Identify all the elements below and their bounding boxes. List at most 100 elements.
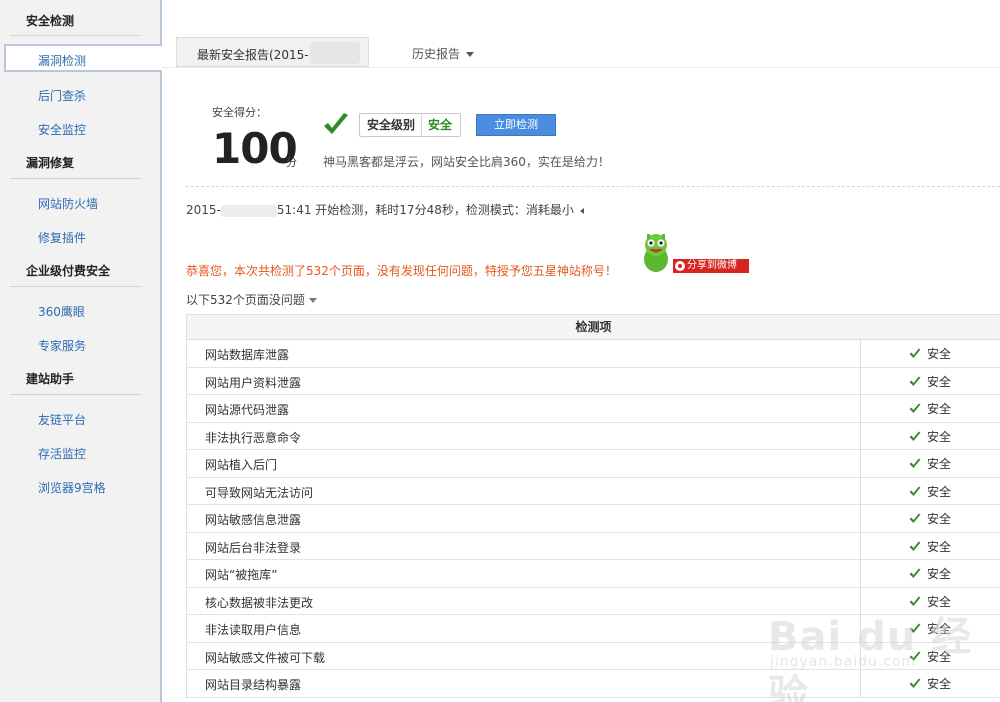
check-item-name: 网站用户资料泄露 xyxy=(205,375,302,390)
sidebar-item-expert-service[interactable]: 专家服务 xyxy=(38,337,86,354)
sidebar-item-uptime-monitor[interactable]: 存活监控 xyxy=(38,445,86,462)
column-divider xyxy=(860,395,861,422)
table-row: 网站“被拖库” 安全 xyxy=(187,560,1000,588)
share-weibo-label: 分享到微博 xyxy=(687,260,737,271)
check-result-label: 安全 xyxy=(927,429,952,444)
check-result-label: 安全 xyxy=(927,512,952,526)
collapse-arrow-icon[interactable] xyxy=(579,207,584,214)
sidebar-item-browser-grid[interactable]: 浏览器9宫格 xyxy=(38,479,106,496)
sidebar-item-label: 漏洞检测 xyxy=(38,54,87,68)
check-result: 安全 xyxy=(909,510,951,527)
check-item-name: 网站后台非法登录 xyxy=(205,540,302,555)
column-divider xyxy=(860,532,861,559)
sidebar-item-backdoor-scan[interactable]: 后门查杀 xyxy=(38,87,86,104)
check-result: 安全 xyxy=(909,538,951,555)
check-result-label: 安全 xyxy=(927,567,952,581)
check-result-label: 安全 xyxy=(927,484,952,499)
sidebar-item-security-monitor[interactable]: 安全监控 xyxy=(38,121,86,138)
share-weibo-button[interactable]: 分享到微博 xyxy=(673,259,749,273)
redacted-time-blur xyxy=(220,204,277,217)
watermark-text: Bai du 经验 xyxy=(768,614,973,702)
table-row: 网站源代码泄露 安全 xyxy=(187,395,1000,423)
sidebar-section-enterprise: 企业级付费安全 xyxy=(26,264,111,278)
score-value: 100 xyxy=(212,124,298,173)
check-icon xyxy=(909,486,921,496)
check-icon xyxy=(909,541,921,551)
sidebar: 安全检测 漏洞检测 后门查杀 安全监控 漏洞修复 网站防火墙 修复插件 企业级付… xyxy=(0,0,162,702)
sidebar-divider xyxy=(10,178,141,179)
score-label: 安全得分： xyxy=(212,106,267,119)
redacted-date-blur xyxy=(310,42,360,64)
tab-history-report[interactable]: 历史报告 xyxy=(412,45,475,62)
tab-latest-report-label: 最新安全报告(2015- xyxy=(197,48,309,62)
check-item-name: 网站植入后门 xyxy=(205,458,278,472)
check-icon xyxy=(909,568,921,578)
sidebar-divider xyxy=(10,394,141,395)
column-divider xyxy=(860,477,861,504)
column-divider xyxy=(860,560,861,587)
mascot-icon xyxy=(644,234,668,272)
check-result: 安全 xyxy=(909,400,951,417)
congrats-message: 恭喜您，本次共检测了532个页面，没有发现任何问题，特授予您五星神站称号！ xyxy=(186,264,617,278)
table-row: 可导致网站无法访问 安全 xyxy=(187,477,1000,505)
tab-history-label: 历史报告 xyxy=(412,47,461,61)
watermark-url: jingyan.baidu.com xyxy=(770,654,917,670)
check-item-name: 非法读取用户信息 xyxy=(205,623,302,637)
table-row: 网站敏感信息泄露 安全 xyxy=(187,505,1000,533)
scan-date: 2015- xyxy=(186,203,221,217)
check-icon xyxy=(909,348,921,358)
sidebar-item-vuln-check[interactable]: 漏洞检测 xyxy=(4,44,162,72)
check-item-name: 网站“被拖库” xyxy=(205,568,278,582)
check-icon xyxy=(909,403,921,413)
check-result: 安全 xyxy=(909,428,951,445)
weibo-icon xyxy=(675,261,685,271)
check-result-label: 安全 xyxy=(927,402,952,416)
sidebar-divider xyxy=(10,286,141,287)
check-item-name: 网站敏感文件被可下载 xyxy=(205,650,326,665)
pages-ok-toggle[interactable]: 以下532个页面没问题 xyxy=(186,291,317,308)
scan-details: 开始检测，耗时17分48秒，检测模式：消耗最小 xyxy=(315,203,574,217)
scan-time: 51:41 xyxy=(276,203,312,217)
check-result: 安全 xyxy=(909,483,951,500)
check-item-name: 核心数据被非法更改 xyxy=(205,595,314,610)
check-item-name: 非法执行恶意命令 xyxy=(205,430,302,445)
pages-ok-label: 以下532个页面没问题 xyxy=(186,293,305,307)
check-item-name: 网站源代码泄露 xyxy=(205,403,290,417)
sidebar-section-vuln-repair: 漏洞修复 xyxy=(26,156,75,170)
table-row: 非法执行恶意命令 安全 xyxy=(187,422,1000,450)
check-icon xyxy=(909,431,921,441)
tab-underline xyxy=(162,67,1000,68)
sidebar-item-friend-links[interactable]: 友链平台 xyxy=(38,411,86,428)
score-unit: 分 xyxy=(286,156,297,169)
divider xyxy=(186,186,1000,187)
sidebar-item-360-eagle-eye[interactable]: 360鹰眼 xyxy=(38,303,85,320)
check-item-name: 网站目录结构暴露 xyxy=(205,678,302,692)
check-icon xyxy=(909,458,921,468)
check-result: 安全 xyxy=(909,345,951,362)
security-level-value: 安全 xyxy=(428,118,453,132)
scan-info: 2015- 51:41 开始检测，耗时17分48秒，检测模式：消耗最小 xyxy=(186,201,584,218)
table-row: 网站植入后门 安全 xyxy=(187,450,1000,478)
table-header: 检测项 xyxy=(187,315,1000,340)
baidu-jingyan-watermark: Bai du 经验 jingyan.baidu.com xyxy=(760,594,1000,702)
sidebar-section-security-check: 安全检测 xyxy=(26,14,75,28)
check-icon xyxy=(324,113,348,134)
check-result: 安全 xyxy=(909,455,951,472)
security-level-badge: 安全级别 安全 xyxy=(359,113,462,137)
table-row: 网站后台非法登录 安全 xyxy=(187,532,1000,560)
chevron-down-icon xyxy=(308,298,317,303)
detect-now-button[interactable]: 立即检测 xyxy=(476,114,556,136)
column-divider xyxy=(860,367,861,394)
check-result-label: 安全 xyxy=(927,374,952,389)
check-icon xyxy=(909,376,921,386)
check-result-label: 安全 xyxy=(927,347,952,361)
check-result-label: 安全 xyxy=(927,457,952,471)
sidebar-item-repair-plugin[interactable]: 修复插件 xyxy=(38,229,86,246)
sidebar-item-firewall[interactable]: 网站防火墙 xyxy=(38,195,98,212)
table-row: 网站数据库泄露 安全 xyxy=(187,340,1000,368)
sidebar-section-site-assistant: 建站助手 xyxy=(26,372,75,386)
slogan-text: 神马黑客都是浮云，网站安全比肩360，实在是给力！ xyxy=(323,155,610,169)
check-result-label: 安全 xyxy=(927,539,952,554)
security-level-label: 安全级别 xyxy=(360,114,423,136)
check-result: 安全 xyxy=(909,565,951,582)
